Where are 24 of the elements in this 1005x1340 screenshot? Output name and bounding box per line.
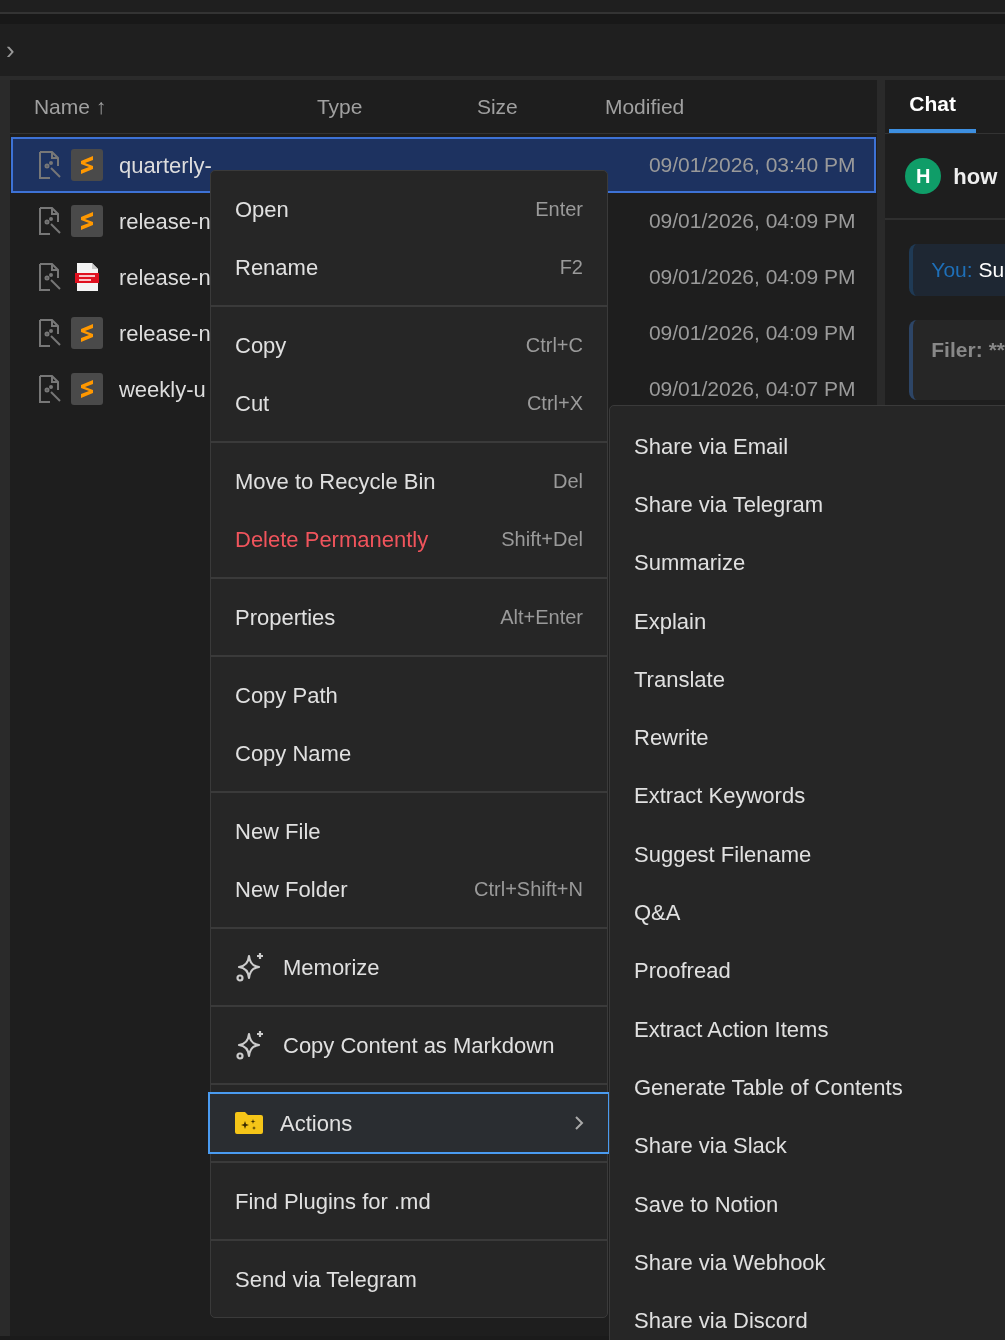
- avatar: H: [905, 158, 942, 194]
- chat-title: how: [953, 162, 998, 191]
- message-text: **: [988, 337, 1005, 363]
- file-name: quarterly-: [118, 151, 212, 180]
- modified-date: 09/01/2026, 04:09 PM: [648, 264, 856, 291]
- file-name: release-n: [118, 263, 211, 292]
- modified-date: 09/01/2026, 04:07 PM: [648, 376, 856, 403]
- modified-date: 09/01/2026, 04:09 PM: [648, 208, 856, 235]
- shortcut-label: Ctrl+Shift+N: [474, 877, 583, 902]
- shortcut-label: Ctrl+C: [525, 333, 583, 358]
- file-name: weekly-u: [118, 375, 206, 404]
- file-name: release-n: [118, 319, 211, 348]
- file-name: release-n: [118, 207, 211, 236]
- speaker-label: Filer:: [931, 337, 983, 363]
- shortcut-label: Enter: [535, 197, 583, 222]
- shortcut-label: Shift+Del: [501, 527, 583, 552]
- modified-date: 09/01/2026, 04:09 PM: [648, 320, 856, 347]
- shortcut-label: Ctrl+X: [526, 391, 583, 416]
- speaker-label: You:: [931, 257, 973, 284]
- modified-date: 09/01/2026, 03:40 PM: [648, 152, 856, 179]
- shortcut-label: F2: [559, 255, 583, 280]
- message-text: Su: [978, 257, 1005, 284]
- shortcut-label: Del: [553, 469, 583, 494]
- shortcut-label: Alt+Enter: [500, 605, 583, 630]
